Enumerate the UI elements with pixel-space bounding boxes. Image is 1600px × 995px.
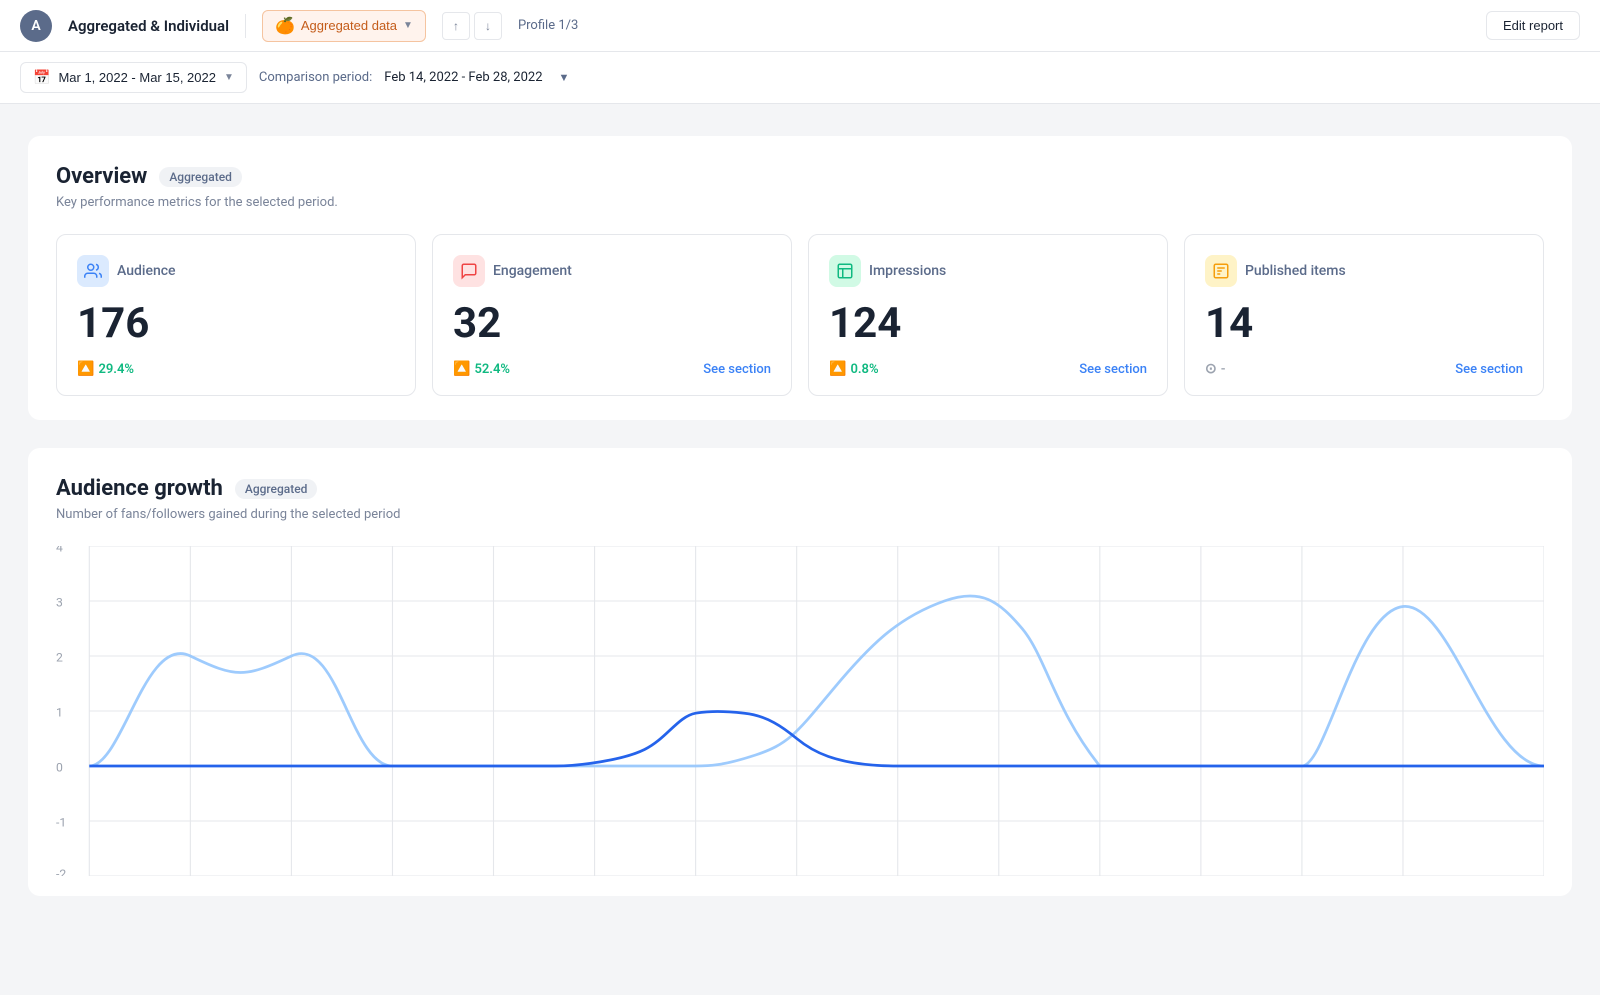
audience-growth-subtitle: Number of fans/followers gained during t…: [56, 507, 1544, 522]
metric-cards: Audience 176 🔼 29.4%: [56, 234, 1544, 396]
chart-dark-line: [89, 712, 1544, 766]
audience-header: Audience: [77, 255, 395, 287]
overview-section: Overview Aggregated Key performance metr…: [28, 136, 1572, 420]
published-label: Published items: [1245, 263, 1346, 279]
svg-text:-1: -1: [56, 816, 66, 830]
published-value: 14: [1205, 301, 1523, 347]
published-change: ⊙ -: [1205, 361, 1226, 377]
comparison-dropdown-icon[interactable]: ▼: [559, 71, 570, 84]
published-header: Published items: [1205, 255, 1523, 287]
impressions-change-icon: 🔼: [829, 361, 846, 377]
aggregated-data-label: Aggregated data: [301, 18, 397, 33]
comparison-prefix: Comparison period:: [259, 70, 372, 85]
impressions-change: 🔼 0.8%: [829, 361, 879, 377]
overview-subtitle: Key performance metrics for the selected…: [56, 195, 1544, 210]
engagement-label: Engagement: [493, 263, 572, 279]
prev-profile-button[interactable]: ↑: [442, 12, 470, 40]
audience-growth-section: Audience growth Aggregated Number of fan…: [28, 448, 1572, 896]
impressions-card: Impressions 124 🔼 0.8% See section: [808, 234, 1168, 396]
overview-title: Overview: [56, 164, 147, 189]
chart-container: .grid-line { stroke: #e5e7eb; stroke-wid…: [56, 546, 1544, 876]
engagement-card: Engagement 32 🔼 52.4% See section: [432, 234, 792, 396]
agg-icon: 🍊: [275, 16, 295, 36]
chart-light-line: [89, 596, 1544, 766]
comparison-range: Feb 14, 2022 - Feb 28, 2022: [384, 70, 542, 85]
svg-text:-2: -2: [56, 867, 66, 876]
audience-footer: 🔼 29.4%: [77, 361, 395, 377]
date-dropdown-icon: ▼: [224, 72, 234, 83]
impressions-see-section[interactable]: See section: [1079, 362, 1147, 377]
svg-text:3: 3: [56, 596, 63, 610]
date-range-label: Mar 1, 2022 - Mar 15, 2022: [58, 70, 216, 85]
impressions-header: Impressions: [829, 255, 1147, 287]
aggregated-dropdown-icon: ▼: [403, 20, 413, 31]
engagement-footer: 🔼 52.4% See section: [453, 361, 771, 377]
overview-header: Overview Aggregated: [56, 164, 1544, 189]
edit-report-button[interactable]: Edit report: [1486, 11, 1580, 40]
engagement-icon: [453, 255, 485, 287]
nav-arrows: ↑ ↓: [442, 12, 502, 40]
nav-title: Aggregated & Individual: [68, 17, 229, 35]
engagement-header: Engagement: [453, 255, 771, 287]
impressions-value: 124: [829, 301, 1147, 347]
svg-text:1: 1: [56, 706, 63, 720]
audience-growth-chart: .grid-line { stroke: #e5e7eb; stroke-wid…: [56, 546, 1544, 876]
published-change-icon: ⊙: [1205, 361, 1217, 377]
date-bar: 📅 Mar 1, 2022 - Mar 15, 2022 ▼ Compariso…: [0, 52, 1600, 104]
date-picker-button[interactable]: 📅 Mar 1, 2022 - Mar 15, 2022 ▼: [20, 62, 247, 93]
audience-growth-header: Audience growth Aggregated: [56, 476, 1544, 501]
audience-growth-badge: Aggregated: [235, 479, 318, 499]
impressions-icon: [829, 255, 861, 287]
audience-growth-title: Audience growth: [56, 476, 223, 501]
top-nav: A Aggregated & Individual 🍊 Aggregated d…: [0, 0, 1600, 52]
nav-divider: [245, 14, 246, 38]
aggregated-data-button[interactable]: 🍊 Aggregated data ▼: [262, 10, 426, 42]
engagement-see-section[interactable]: See section: [703, 362, 771, 377]
published-icon: [1205, 255, 1237, 287]
impressions-footer: 🔼 0.8% See section: [829, 361, 1147, 377]
audience-icon: [77, 255, 109, 287]
main-content: Overview Aggregated Key performance metr…: [0, 104, 1600, 928]
overview-badge: Aggregated: [159, 167, 242, 187]
audience-card: Audience 176 🔼 29.4%: [56, 234, 416, 396]
profile-label: Profile 1/3: [518, 18, 578, 33]
audience-change-icon: 🔼: [77, 361, 94, 377]
impressions-label: Impressions: [869, 263, 946, 279]
audience-value: 176: [77, 301, 395, 347]
audience-change: 🔼 29.4%: [77, 361, 134, 377]
svg-text:0: 0: [56, 761, 63, 775]
engagement-change: 🔼 52.4%: [453, 361, 510, 377]
engagement-value: 32: [453, 301, 771, 347]
chart-area: .grid-line { stroke: #e5e7eb; stroke-wid…: [56, 546, 1544, 876]
avatar: A: [20, 10, 52, 42]
published-footer: ⊙ - See section: [1205, 361, 1523, 377]
next-profile-button[interactable]: ↓: [474, 12, 502, 40]
calendar-icon: 📅: [33, 69, 50, 86]
svg-text:2: 2: [56, 651, 63, 665]
svg-text:4: 4: [56, 546, 63, 554]
engagement-change-icon: 🔼: [453, 361, 470, 377]
published-see-section[interactable]: See section: [1455, 362, 1523, 377]
audience-label: Audience: [117, 263, 176, 279]
published-card: Published items 14 ⊙ - See section: [1184, 234, 1544, 396]
